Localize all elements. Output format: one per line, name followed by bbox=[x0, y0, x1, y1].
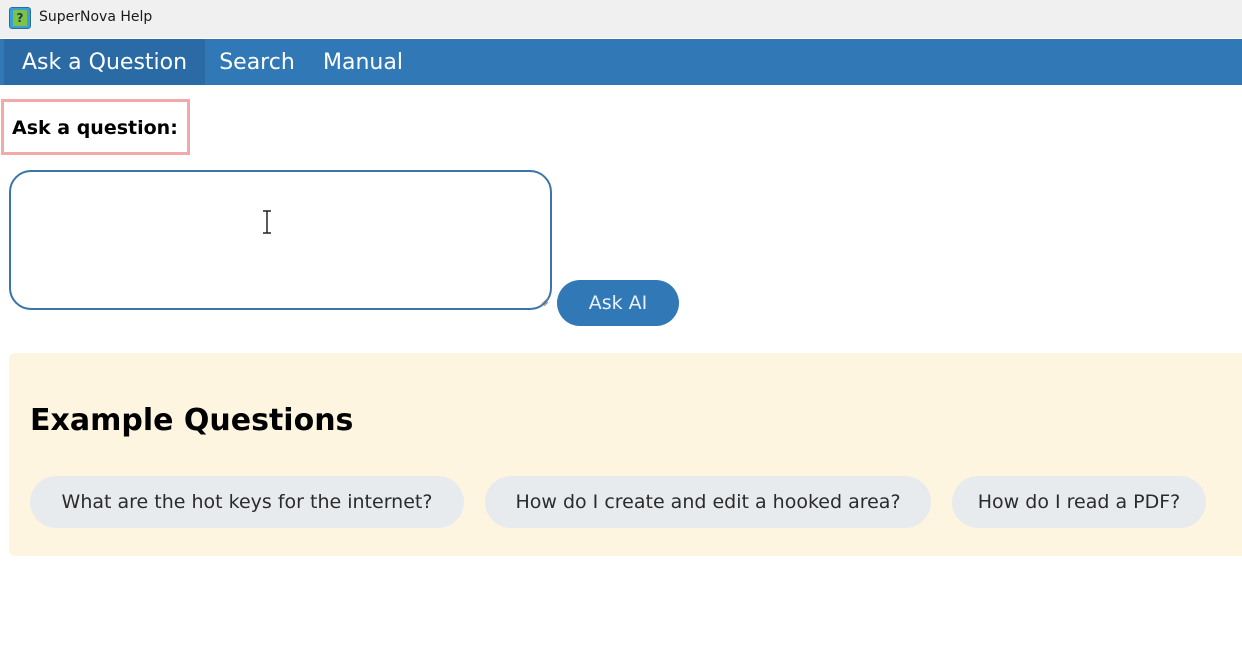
tab-ask-a-question[interactable]: Ask a Question bbox=[4, 39, 205, 85]
example-questions-panel: Example Questions What are the hot keys … bbox=[9, 353, 1242, 556]
question-label-highlight: Ask a question: bbox=[1, 99, 190, 155]
tab-search[interactable]: Search bbox=[207, 39, 307, 85]
tab-manual[interactable]: Manual bbox=[310, 39, 416, 85]
example-question-chip[interactable]: How do I create and edit a hooked area? bbox=[485, 476, 931, 528]
example-question-chip[interactable]: What are the hot keys for the internet? bbox=[30, 476, 464, 528]
help-question-icon: ? bbox=[9, 7, 31, 29]
question-label: Ask a question: bbox=[12, 117, 178, 139]
ask-ai-button[interactable]: Ask AI bbox=[557, 280, 679, 326]
example-question-chip[interactable]: How do I read a PDF? bbox=[952, 476, 1206, 528]
nav-bar: Ask a Question Search Manual bbox=[0, 39, 1242, 85]
example-questions-heading: Example Questions bbox=[30, 403, 354, 438]
text-cursor-icon bbox=[263, 210, 271, 234]
title-bar: ? SuperNova Help bbox=[0, 0, 1242, 38]
window-title: SuperNova Help bbox=[39, 9, 153, 25]
resize-grip-icon[interactable] bbox=[538, 296, 548, 306]
question-input[interactable] bbox=[9, 170, 552, 310]
